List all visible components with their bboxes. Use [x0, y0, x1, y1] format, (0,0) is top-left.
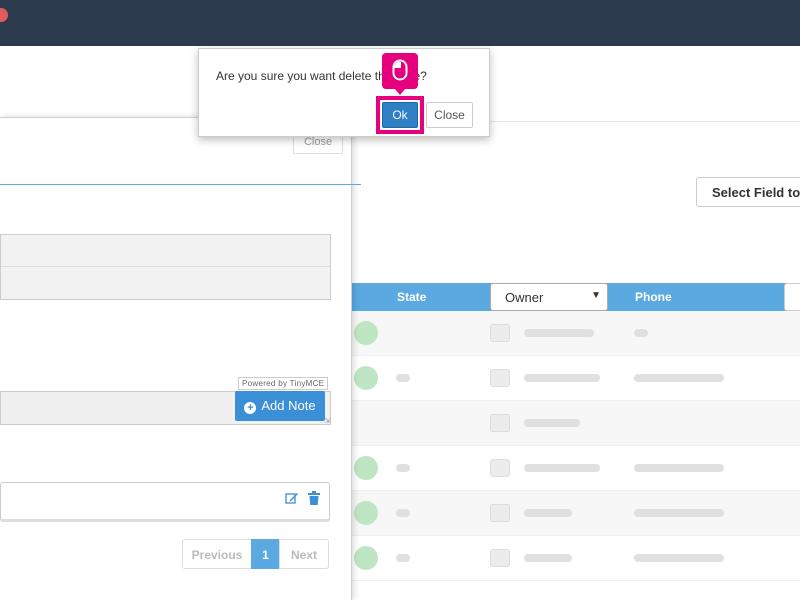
field-divider [1, 266, 330, 267]
notes-panel: Close Powered by TinyMCE + Add Note ⇲ Pr… [0, 117, 361, 600]
redacted-cell [524, 374, 600, 382]
status-avatar [354, 456, 378, 480]
dialog-close-button[interactable]: Close [426, 102, 473, 128]
pagination: Previous 1 Next [182, 539, 329, 569]
note-item [0, 482, 330, 522]
plus-circle-icon: + [244, 402, 257, 414]
redacted-cell [396, 464, 410, 472]
redacted-cell [634, 464, 724, 472]
table-row[interactable] [352, 311, 800, 356]
row-icon [490, 414, 510, 432]
select-field-button[interactable]: Select Field to [696, 177, 800, 207]
add-note-label: Add Note [261, 398, 316, 413]
chevron-down-icon: ▼ [591, 290, 601, 301]
status-avatar [354, 321, 378, 345]
redacted-cell [524, 464, 600, 472]
redacted-cell [634, 374, 724, 382]
redacted-cell [634, 329, 648, 337]
pagination-next[interactable]: Next [279, 539, 329, 569]
redacted-cell [634, 554, 724, 562]
redacted-cell [524, 329, 594, 337]
redacted-cell [396, 374, 410, 382]
owner-select-value: Owner [505, 290, 544, 305]
column-header-state[interactable]: State [397, 290, 426, 304]
column-select-partial[interactable] [784, 283, 800, 311]
status-avatar [354, 501, 378, 525]
table-row[interactable] [352, 536, 800, 581]
status-avatar [354, 546, 378, 570]
redacted-cell [524, 554, 572, 562]
table-row[interactable] [352, 446, 800, 491]
edit-icon[interactable] [285, 491, 299, 505]
row-icon [490, 324, 510, 342]
window-close-dot[interactable] [0, 8, 8, 22]
editor-branding: Powered by TinyMCE [238, 377, 329, 390]
table-row[interactable] [352, 401, 800, 446]
add-note-button[interactable]: + Add Note [235, 391, 325, 421]
redacted-cell [396, 554, 410, 562]
row-icon [490, 549, 510, 567]
redacted-cell [396, 509, 410, 517]
row-icon [490, 459, 510, 477]
top-navbar [0, 0, 800, 46]
table-body [352, 311, 800, 581]
click-indicator [382, 53, 418, 95]
trash-icon[interactable] [308, 491, 320, 505]
row-icon [490, 504, 510, 522]
column-header-phone[interactable]: Phone [635, 290, 672, 304]
redacted-cell [634, 509, 724, 517]
row-icon [490, 369, 510, 387]
redacted-cell [524, 419, 580, 427]
pagination-page-current[interactable]: 1 [251, 539, 280, 569]
table-row[interactable] [352, 491, 800, 536]
resize-handle-icon[interactable]: ⇲ [324, 416, 331, 425]
owner-column-select[interactable]: Owner ▼ [490, 283, 608, 311]
pagination-previous[interactable]: Previous [182, 539, 252, 569]
table-row[interactable] [352, 356, 800, 401]
mouse-icon [392, 59, 408, 81]
redacted-cell [524, 509, 572, 517]
note-fields-box [0, 234, 331, 300]
panel-divider [0, 184, 361, 185]
ok-button[interactable]: Ok [382, 102, 418, 128]
confirm-delete-dialog: Are you sure you want delete this note? … [198, 48, 490, 137]
status-avatar [354, 366, 378, 390]
